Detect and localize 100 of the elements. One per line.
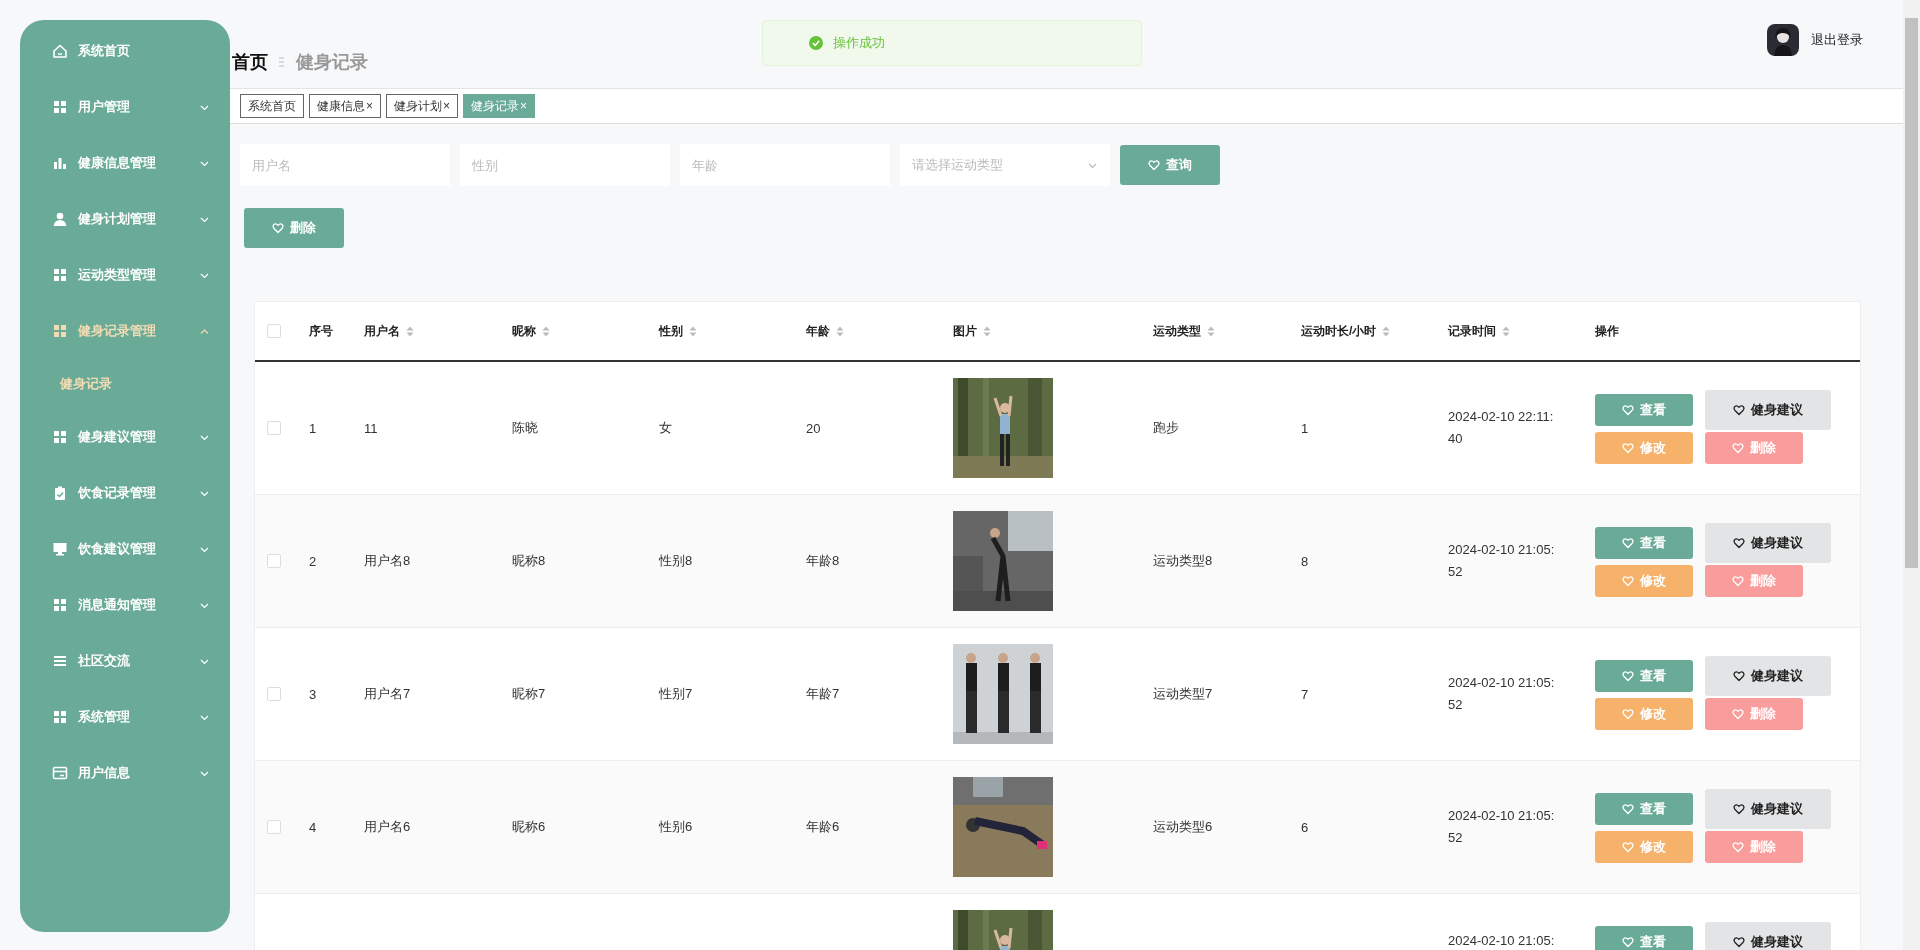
table-cell: 跑步 (1153, 419, 1179, 437)
column-header[interactable]: 序号 (309, 322, 333, 340)
sidebar-item[interactable]: 饮食记录管理 (20, 465, 230, 521)
view-button[interactable]: 查看 (1595, 793, 1693, 825)
table-cell: 8 (1301, 553, 1309, 569)
delete-button[interactable]: 删除 (244, 208, 344, 248)
sidebar-item[interactable]: 系统首页 (20, 36, 230, 66)
table-cell: 昵称8 (512, 552, 546, 570)
delete-button[interactable]: 删除 (1705, 698, 1803, 730)
checkbox[interactable] (267, 421, 281, 435)
table-cell: 11 (364, 420, 378, 436)
heart-icon (1622, 936, 1634, 948)
table-cell: 1 (1301, 420, 1309, 436)
table-cell: 2 (309, 553, 317, 569)
view-button[interactable]: 查看 (1595, 926, 1693, 950)
time-cell-text: 2024-02-10 21:05: (1448, 932, 1556, 950)
table-cell: 运动类型8 (1153, 552, 1213, 570)
checkbox[interactable] (267, 820, 281, 834)
select-field[interactable]: 请选择运动类型 (900, 144, 1110, 186)
view-button[interactable]: 查看 (1595, 660, 1693, 692)
sidebar-item[interactable]: 健康信息管理 (20, 135, 230, 191)
grid-icon (52, 709, 68, 725)
input-field[interactable]: 年龄 (680, 144, 890, 186)
input-field[interactable]: 用户名 (240, 144, 450, 186)
checkbox[interactable] (267, 687, 281, 701)
delete-button[interactable]: 删除 (1705, 831, 1803, 863)
heart-icon (1733, 404, 1745, 416)
edit-button[interactable]: 修改 (1595, 432, 1693, 464)
column-header[interactable]: 操作 (1595, 322, 1619, 340)
input-field[interactable]: 性别 (460, 144, 670, 186)
sidebar-item[interactable]: 用户信息 (20, 745, 230, 801)
column-header[interactable]: 运动类型 (1153, 322, 1201, 340)
sidebar-item[interactable]: 健身计划管理 (20, 191, 230, 247)
table-cell: 用户名7 (364, 685, 411, 703)
tab[interactable]: 健身记录× (463, 94, 536, 118)
heart-icon (1148, 159, 1160, 171)
column-header[interactable]: 用户名 (364, 322, 400, 340)
table-cell: 女 (659, 419, 672, 437)
tab[interactable]: 健康信息× (309, 94, 381, 118)
checkbox[interactable] (267, 554, 281, 568)
advice-button[interactable]: 健身建议 (1705, 523, 1831, 563)
advice-button[interactable]: 健身建议 (1705, 789, 1831, 829)
table-cell: 陈晓 (512, 419, 538, 437)
column-header[interactable]: 记录时间 (1448, 322, 1496, 340)
close-icon[interactable]: × (443, 99, 451, 113)
column-header[interactable]: 运动时长/小时 (1301, 322, 1377, 340)
logout-link[interactable]: 退出登录 (1811, 31, 1863, 49)
grid-icon (52, 429, 68, 445)
heart-icon (1622, 803, 1634, 815)
column-header[interactable]: 性别 (659, 322, 683, 340)
sidebar-item[interactable]: 健身建议管理 (20, 409, 230, 465)
column-header[interactable]: 图片 (953, 322, 977, 340)
table-cell: 年龄7 (806, 685, 840, 703)
grid-icon (52, 323, 68, 339)
edit-button[interactable]: 修改 (1595, 831, 1693, 863)
advice-button[interactable]: 健身建议 (1705, 656, 1831, 696)
heart-icon (1622, 442, 1634, 454)
sidebar-item[interactable]: 系统管理 (20, 689, 230, 745)
heart-icon (1733, 537, 1745, 549)
search-button[interactable]: 查询 (1120, 145, 1220, 185)
close-icon[interactable]: × (366, 99, 373, 113)
table-cell: 20 (806, 420, 821, 436)
sidebar-item[interactable]: 消息通知管理 (20, 577, 230, 633)
delete-button[interactable]: 删除 (1705, 565, 1803, 597)
heart-icon (1732, 708, 1744, 720)
close-icon[interactable]: × (520, 99, 528, 113)
avatar-icon[interactable] (1767, 24, 1799, 56)
column-header[interactable]: 年龄 (806, 322, 830, 340)
sidebar-item[interactable]: 饮食建议管理 (20, 521, 230, 577)
heart-icon (1732, 575, 1744, 587)
checkbox[interactable] (267, 324, 281, 338)
sidebar-subitem[interactable]: 健身记录 (20, 359, 230, 409)
view-button[interactable]: 查看 (1595, 394, 1693, 426)
sidebar-item[interactable]: 用户管理 (20, 79, 230, 135)
table-cell: 昵称6 (512, 818, 546, 836)
sidebar-item[interactable]: 社区交流 (20, 633, 230, 689)
sidebar-item[interactable]: 健身记录管理 (20, 303, 230, 359)
separator-icon (278, 56, 286, 68)
user-icon (52, 211, 68, 227)
column-header[interactable]: 昵称 (512, 322, 536, 340)
view-button[interactable]: 查看 (1595, 527, 1693, 559)
time-cell-text: 2024-02-10 21:05:52 (1448, 541, 1556, 581)
delete-button[interactable]: 删除 (1705, 432, 1803, 464)
edit-button[interactable]: 修改 (1595, 565, 1693, 597)
scrollbar[interactable] (1903, 0, 1920, 950)
table-cell: 运动类型7 (1153, 685, 1213, 703)
advice-button[interactable]: 健身建议 (1705, 390, 1831, 430)
time-cell-text: 2024-02-10 22:11:40 (1448, 408, 1555, 448)
grid-icon (52, 99, 68, 115)
tab[interactable]: 健身计划× (386, 94, 459, 118)
sidebar-item[interactable]: 运动类型管理 (20, 247, 230, 303)
edit-button[interactable]: 修改 (1595, 698, 1693, 730)
scrollbar-thumb[interactable] (1905, 18, 1918, 568)
advice-button[interactable]: 健身建议 (1705, 922, 1831, 950)
breadcrumb-item[interactable]: 首页 (232, 50, 268, 74)
heart-icon (1622, 841, 1634, 853)
grid-icon (52, 597, 68, 613)
table-cell: 4 (309, 819, 317, 835)
tab[interactable]: 系统首页 (240, 94, 304, 118)
heart-icon (1622, 537, 1634, 549)
